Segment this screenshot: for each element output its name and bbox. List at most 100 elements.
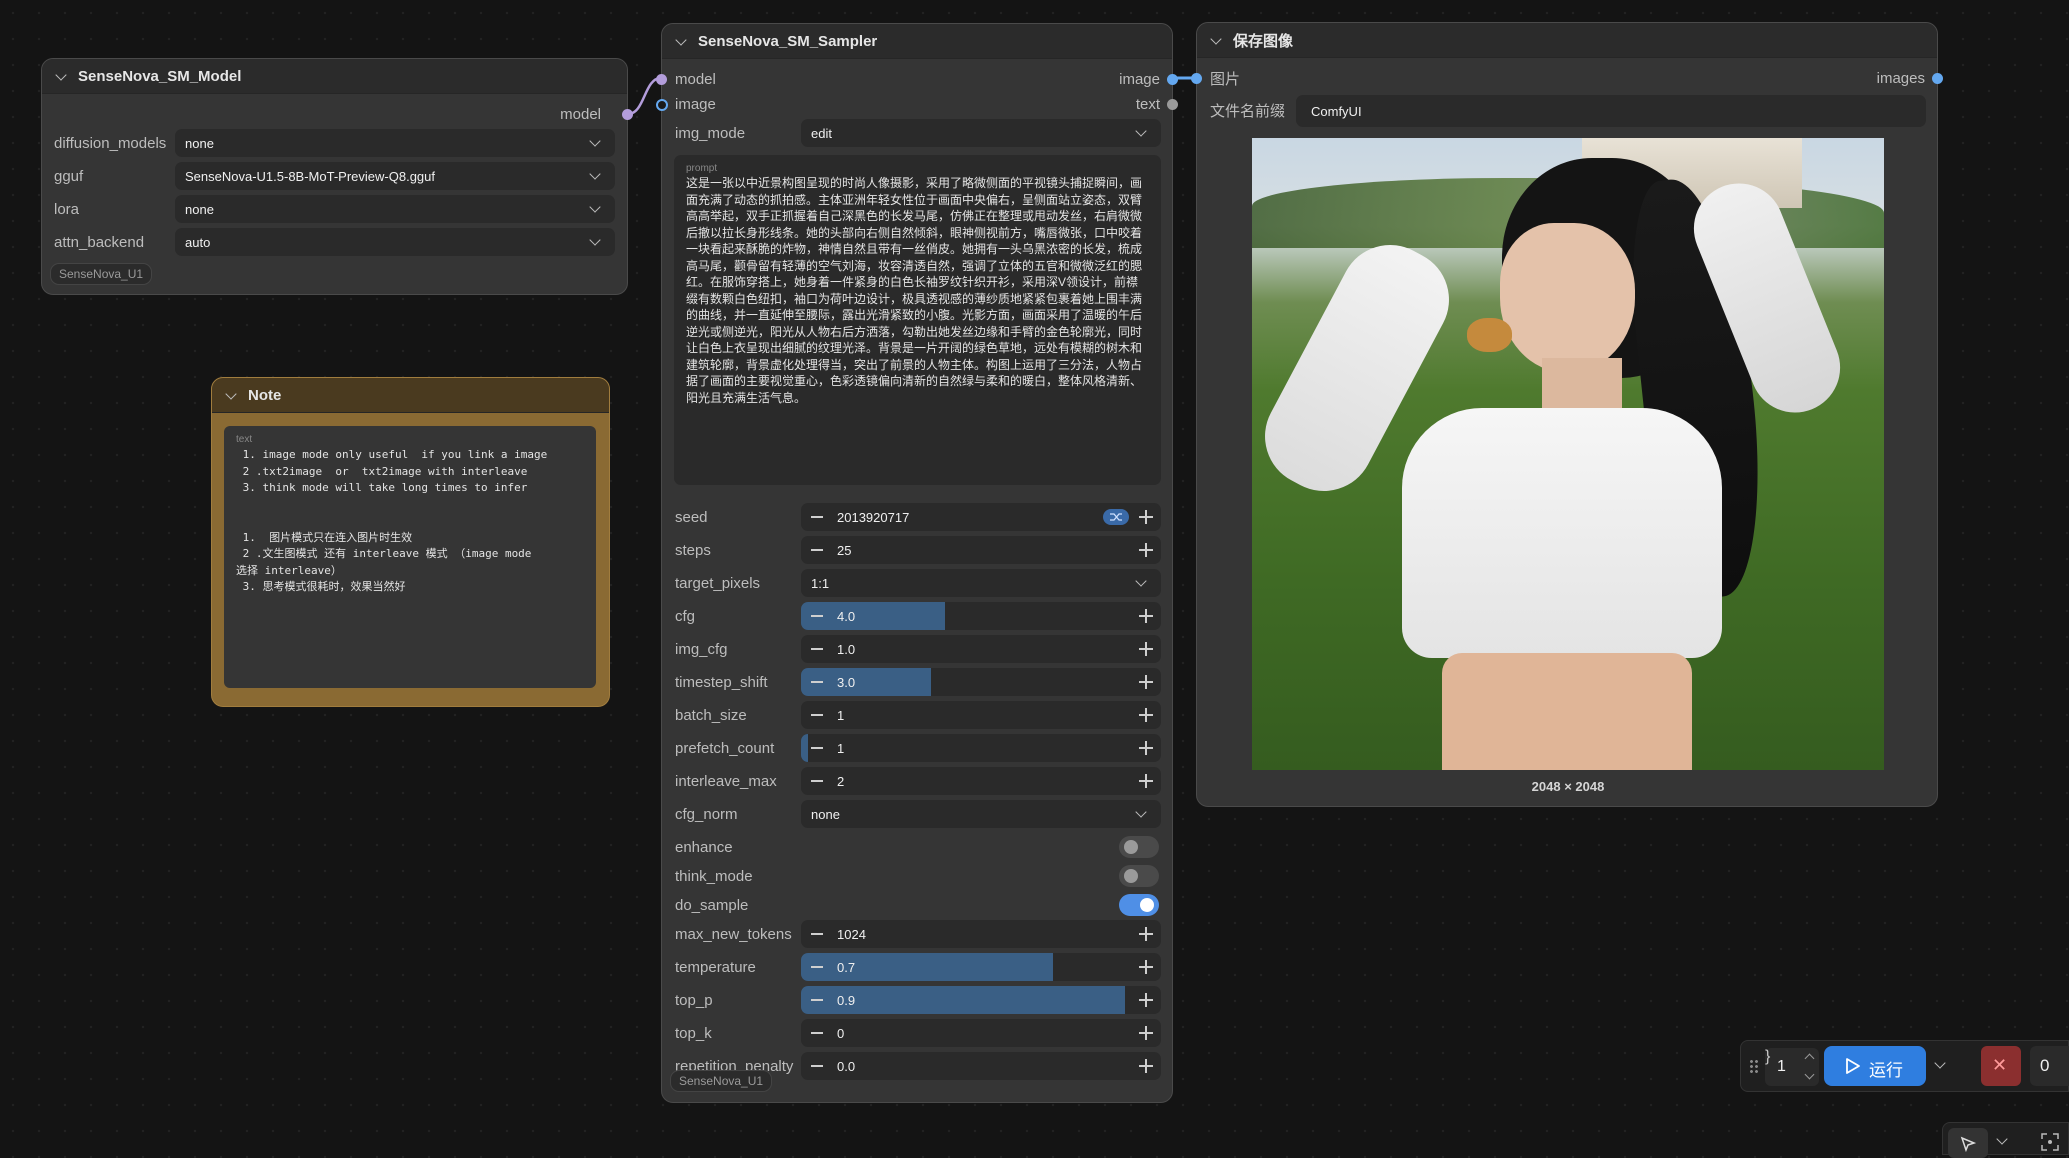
decrement-icon[interactable] <box>811 1065 823 1067</box>
do-sample-toggle[interactable] <box>1119 894 1159 916</box>
field-label-think-mode: think_mode <box>675 867 753 885</box>
top-p-number-input[interactable]: 0.9 <box>801 986 1161 1014</box>
run-toolbar: 1 } 运行 ✕ 0 <box>1740 1040 2069 1092</box>
temperature-number-input[interactable]: 0.7 <box>801 953 1161 981</box>
cfg-number-input[interactable]: 4.0 <box>801 602 1161 630</box>
woman-face <box>1500 223 1635 373</box>
chevron-down-icon[interactable] <box>1996 1133 2008 1145</box>
randomize-seed-icon[interactable] <box>1103 509 1129 525</box>
node-title: Note <box>248 386 282 404</box>
note-node[interactable]: Note text 1. image mode only useful if y… <box>211 377 610 707</box>
batch-size-number-input[interactable]: 1 <box>801 701 1161 729</box>
think-mode-toggle[interactable] <box>1119 865 1159 887</box>
decrement-icon[interactable] <box>811 516 823 518</box>
queue-counter[interactable]: 0 <box>2030 1046 2069 1086</box>
increment-icon[interactable] <box>1139 675 1153 689</box>
increment-icon[interactable] <box>1139 1026 1153 1040</box>
decrement-icon[interactable] <box>811 966 823 968</box>
fit-view-icon[interactable] <box>2041 1133 2059 1151</box>
input-model-port[interactable] <box>656 74 667 85</box>
img-mode-select[interactable]: edit <box>801 119 1161 147</box>
collapse-chevron-icon[interactable] <box>1211 35 1221 45</box>
top-k-number-input[interactable]: 0 <box>801 1019 1161 1047</box>
increment-icon[interactable] <box>1139 543 1153 557</box>
model-node[interactable]: SenseNova_SM_Model model diffusion_model… <box>41 58 633 295</box>
diffusion-models-select[interactable]: none <box>175 129 615 157</box>
save-image-node-header[interactable]: 保存图像 <box>1197 23 1937 58</box>
note-node-header[interactable]: Note <box>212 378 609 413</box>
target-pixels-select[interactable]: 1:1 <box>801 569 1161 597</box>
output-image-port[interactable] <box>1167 74 1178 85</box>
output-images-label: images <box>1876 69 1925 87</box>
repetition-penalty-number-input[interactable]: 0.0 <box>801 1052 1161 1080</box>
run-options-dropdown[interactable] <box>1928 1046 1954 1086</box>
collapse-chevron-icon[interactable] <box>56 71 66 81</box>
input-image-port[interactable] <box>656 99 668 111</box>
node-title: 保存图像 <box>1233 32 1294 50</box>
increment-icon[interactable] <box>1139 993 1153 1007</box>
drag-handle-icon[interactable] <box>1749 1059 1759 1075</box>
increment-icon[interactable] <box>1139 642 1153 656</box>
note-line: 2 .文生图模式 还有 interleave 模式 （image mode <box>236 547 532 560</box>
field-label-img-mode: img_mode <box>675 124 746 142</box>
woman-torso <box>1442 653 1692 770</box>
increment-icon[interactable] <box>1139 741 1153 755</box>
interleave-max-number-input[interactable]: 2 <box>801 767 1161 795</box>
seed-number-input[interactable]: 2013920717 <box>801 503 1161 531</box>
cfg-norm-select[interactable]: none <box>801 800 1161 828</box>
field-label-temperature: temperature <box>675 958 756 976</box>
output-text-port[interactable] <box>1167 99 1178 110</box>
increment-icon[interactable] <box>1139 708 1153 722</box>
increment-icon[interactable] <box>1139 927 1153 941</box>
img-cfg-number-input[interactable]: 1.0 <box>801 635 1161 663</box>
dropdown-arrow-icon <box>589 168 601 180</box>
prompt-text: 这是一张以中近景构图呈现的时尚人像摄影，采用了略微侧面的平视镜头捕捉瞬间，画面充… <box>686 176 1143 405</box>
prompt-textarea[interactable]: prompt 这是一张以中近景构图呈现的时尚人像摄影，采用了略微侧面的平视镜头捕… <box>674 155 1161 485</box>
run-button[interactable]: 运行 <box>1824 1046 1926 1086</box>
note-textarea[interactable]: text 1. image mode only useful if you li… <box>224 426 596 688</box>
decrement-arrow-icon[interactable] <box>1804 1069 1815 1080</box>
increment-icon[interactable] <box>1139 1059 1153 1073</box>
decrement-icon[interactable] <box>811 714 823 716</box>
save-image-node[interactable]: 保存图像 图片 images 文件名前缀 ComfyUI 2048 × 2048 <box>1191 22 1943 807</box>
decrement-icon[interactable] <box>811 549 823 551</box>
gguf-select[interactable]: SenseNova-U1.5-8B-MoT-Preview-Q8.gguf <box>175 162 615 190</box>
preview-image[interactable] <box>1252 138 1884 770</box>
enhance-toggle[interactable] <box>1119 836 1159 858</box>
note-line: 3. think mode will take long times to in… <box>236 481 528 494</box>
output-images-port[interactable] <box>1932 73 1943 84</box>
increment-icon[interactable] <box>1139 609 1153 623</box>
max-new-tokens-number-input[interactable]: 1024 <box>801 920 1161 948</box>
batch-count-input[interactable]: 1 } <box>1765 1048 1819 1086</box>
decrement-icon[interactable] <box>811 999 823 1001</box>
decrement-icon[interactable] <box>811 780 823 782</box>
output-model-port[interactable] <box>622 109 633 120</box>
attn-backend-select[interactable]: auto <box>175 228 615 256</box>
decrement-icon[interactable] <box>811 615 823 617</box>
dropdown-arrow-icon <box>1135 806 1147 818</box>
filename-prefix-input[interactable]: ComfyUI <box>1296 95 1926 127</box>
decrement-icon[interactable] <box>811 933 823 935</box>
decrement-icon[interactable] <box>811 681 823 683</box>
decrement-icon[interactable] <box>811 648 823 650</box>
select-tool-button[interactable] <box>1948 1128 1988 1158</box>
note-line <box>236 497 584 514</box>
model-node-header[interactable]: SenseNova_SM_Model <box>42 59 627 94</box>
cancel-button[interactable]: ✕ <box>1981 1046 2021 1086</box>
decrement-icon[interactable] <box>811 1032 823 1034</box>
dropdown-arrow-icon <box>589 234 601 246</box>
prefetch-count-number-input[interactable]: 1 <box>801 734 1161 762</box>
sampler-node-header[interactable]: SenseNova_SM_Sampler <box>662 24 1172 59</box>
sampler-node[interactable]: SenseNova_SM_Sampler model image image t… <box>656 23 1178 1103</box>
increment-arrow-icon[interactable] <box>1804 1053 1815 1064</box>
timestep-shift-number-input[interactable]: 3.0 <box>801 668 1161 696</box>
steps-number-input[interactable]: 25 <box>801 536 1161 564</box>
increment-icon[interactable] <box>1139 510 1153 524</box>
input-image-port[interactable] <box>1191 73 1202 84</box>
collapse-chevron-icon[interactable] <box>226 390 236 400</box>
decrement-icon[interactable] <box>811 747 823 749</box>
increment-icon[interactable] <box>1139 774 1153 788</box>
increment-icon[interactable] <box>1139 960 1153 974</box>
collapse-chevron-icon[interactable] <box>676 36 686 46</box>
lora-select[interactable]: none <box>175 195 615 223</box>
